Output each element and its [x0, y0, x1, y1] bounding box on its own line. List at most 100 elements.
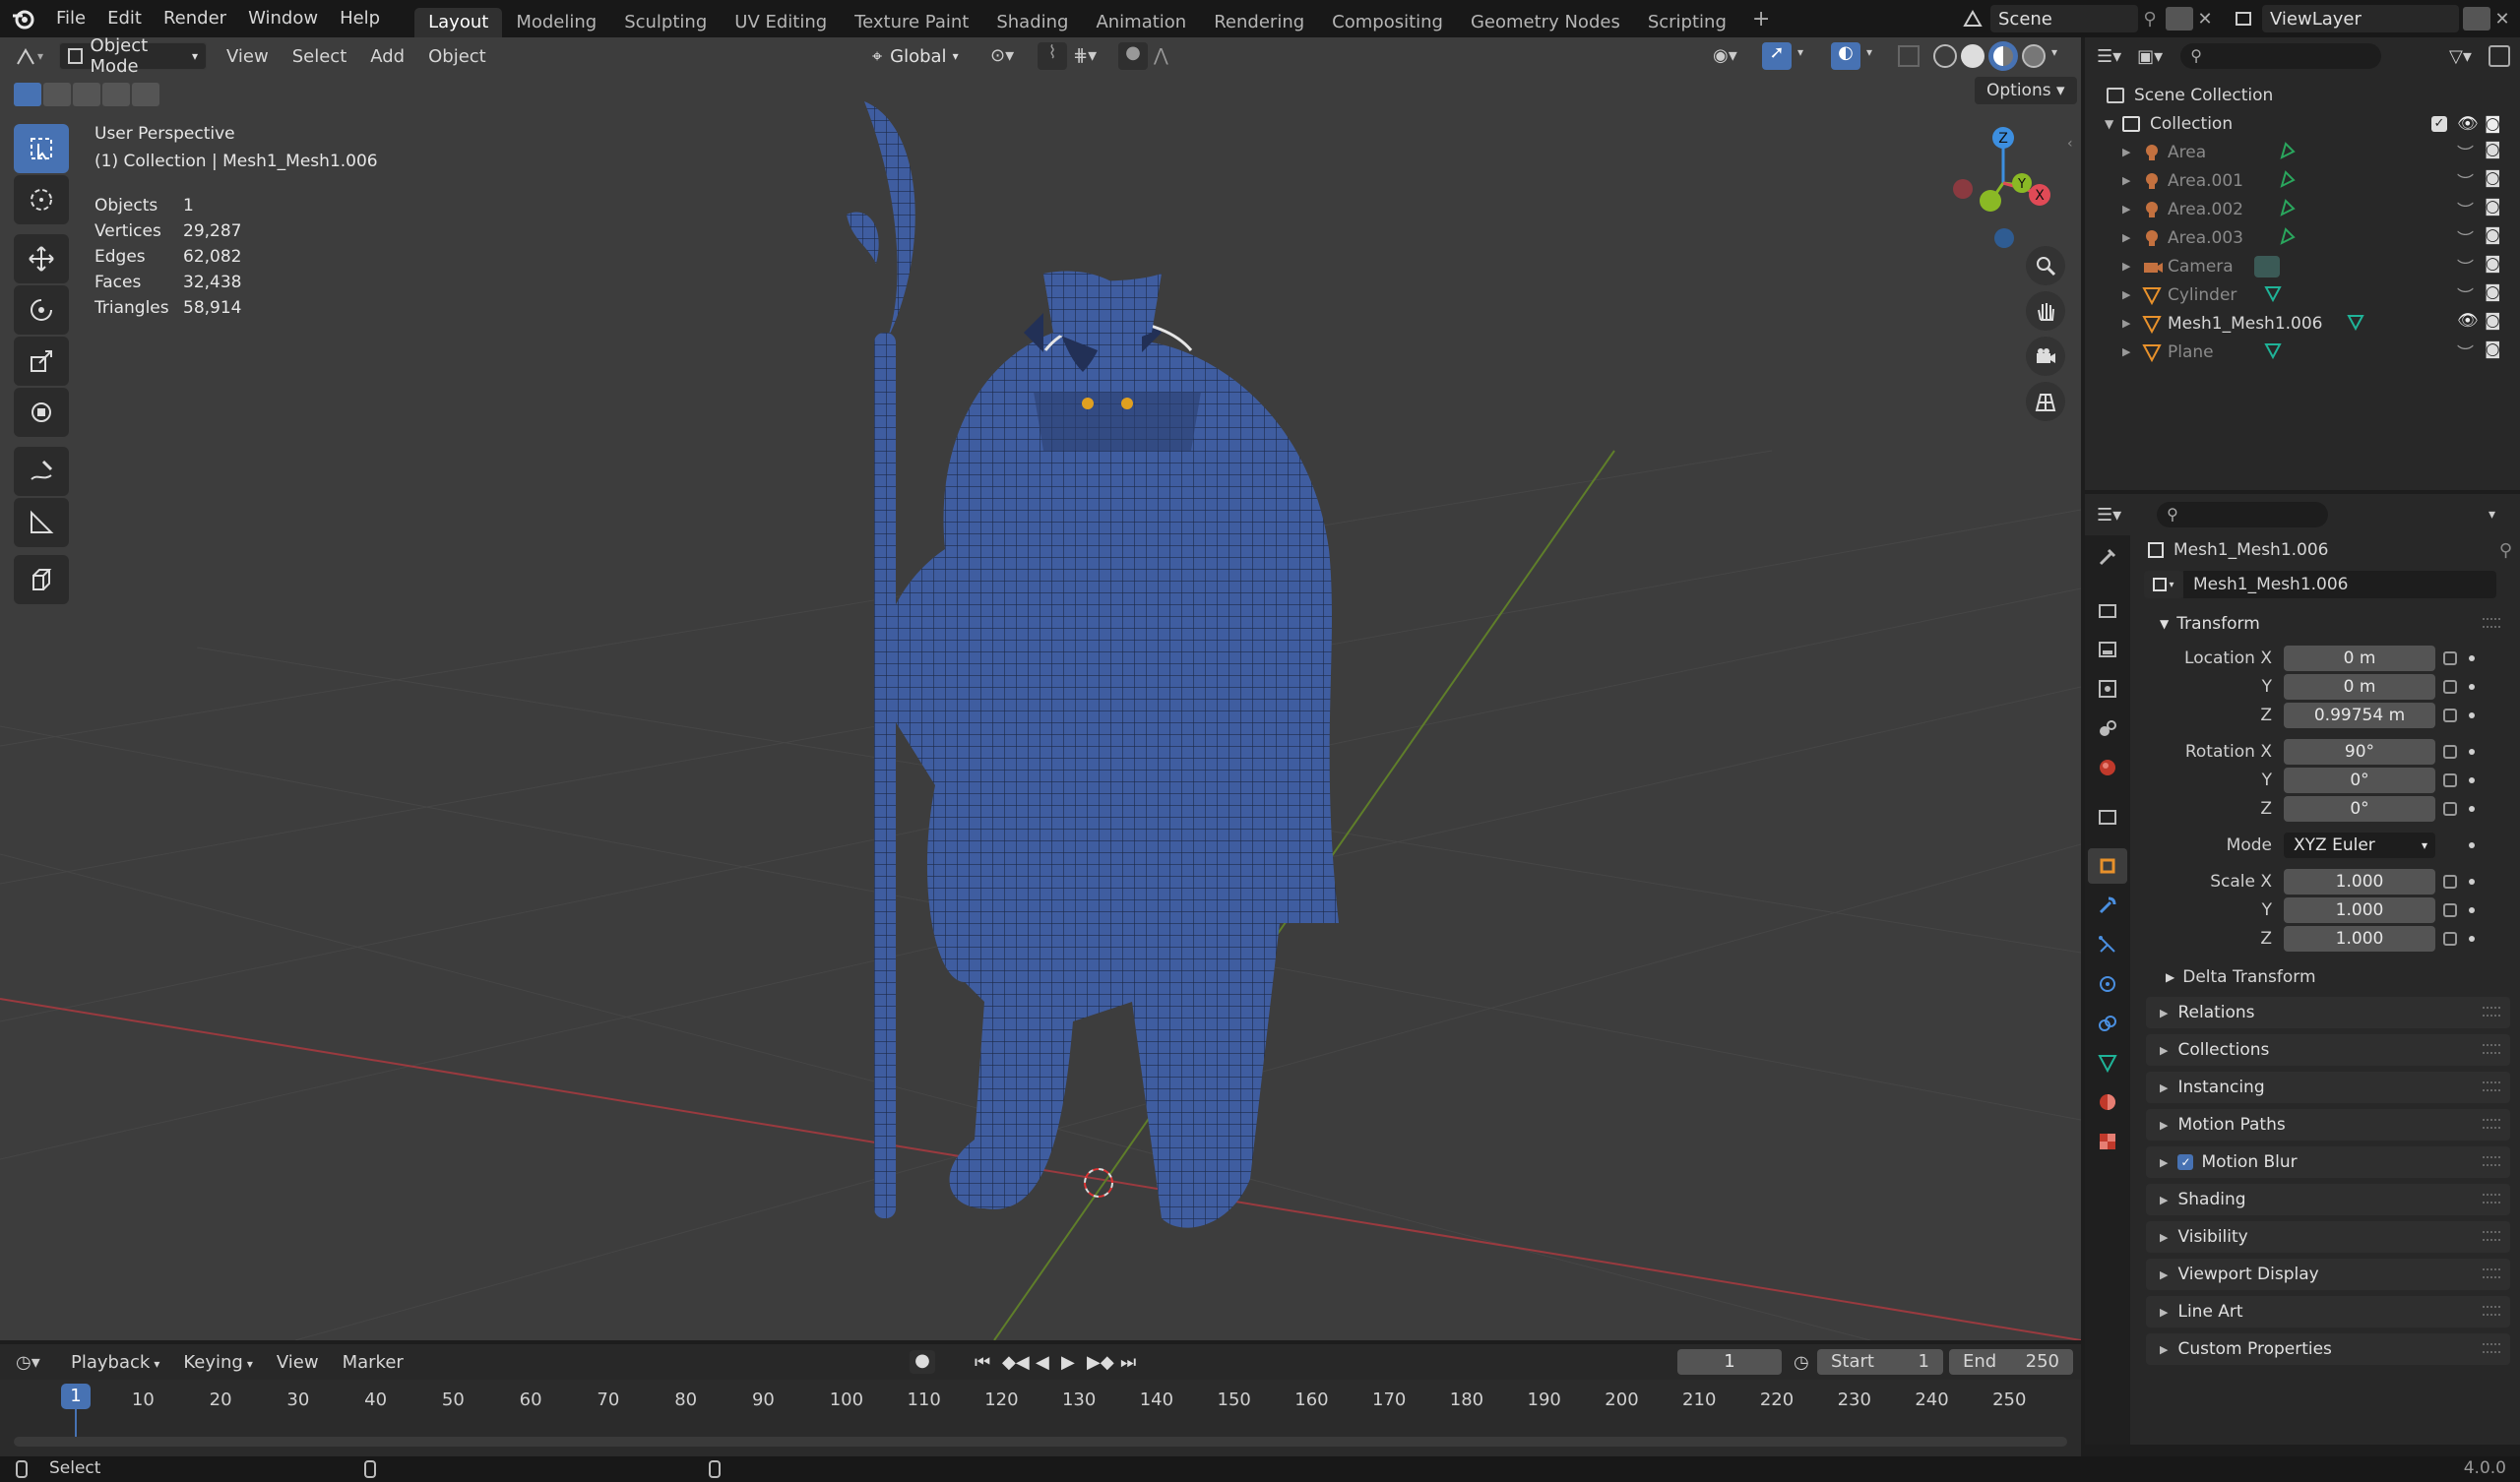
- outliner-search-field[interactable]: ⚲: [2180, 43, 2382, 69]
- panel-shading[interactable]: ▶ Shading: [2146, 1184, 2510, 1215]
- camera-view-icon[interactable]: [2026, 337, 2065, 376]
- expand-arrow-icon[interactable]: ▶: [2122, 231, 2142, 244]
- keyframe-rotation-z-icon[interactable]: [2469, 806, 2475, 812]
- expand-arrow-icon[interactable]: ▶: [2122, 317, 2142, 330]
- play-icon[interactable]: ▶: [1061, 1352, 1075, 1373]
- falloff-icon[interactable]: ⋀: [1154, 45, 1168, 66]
- expand-arrow-icon[interactable]: ▶: [2122, 260, 2142, 273]
- jump-end-icon[interactable]: ⏭: [1120, 1352, 1136, 1373]
- xray-toggle-icon[interactable]: [1898, 45, 1920, 67]
- outliner-item-camera[interactable]: ▶ Camera ︶ ◙: [2085, 252, 2520, 280]
- keyframe-location-y-icon[interactable]: [2469, 684, 2475, 690]
- keyframe-mode-icon[interactable]: [2469, 842, 2475, 848]
- timeline-menu-view[interactable]: View: [265, 1352, 331, 1373]
- expand-arrow-icon[interactable]: ▶: [2122, 288, 2142, 301]
- hidden-eye-icon[interactable]: ︶: [2457, 168, 2474, 193]
- menu-render[interactable]: Render: [153, 0, 237, 37]
- lock-rotation-z-icon[interactable]: [2443, 802, 2457, 816]
- playhead[interactable]: 1: [61, 1384, 91, 1409]
- overlays-toggle-icon[interactable]: ◐: [1831, 42, 1860, 70]
- jump-keyframe-back-icon[interactable]: ◆◀: [1002, 1352, 1030, 1373]
- panel-relations[interactable]: ▶ Relations: [2146, 997, 2510, 1028]
- hidden-eye-icon[interactable]: ︶: [2457, 140, 2474, 164]
- menu-edit[interactable]: Edit: [96, 0, 153, 37]
- menu-file[interactable]: File: [45, 0, 96, 37]
- 3d-cursor[interactable]: [1084, 1168, 1113, 1198]
- start-frame-field[interactable]: Start 1: [1817, 1349, 1943, 1375]
- mesh-data-icon[interactable]: [2347, 313, 2364, 336]
- navigation-gizmo[interactable]: Z Y X: [1937, 122, 2065, 250]
- panel-custom-properties[interactable]: ▶ Custom Properties: [2146, 1333, 2510, 1365]
- panel-drag-handle-icon[interactable]: [2483, 1081, 2500, 1091]
- render-camera-icon[interactable]: ◙: [2485, 311, 2501, 331]
- object-tab-icon[interactable]: [2088, 848, 2127, 884]
- lock-scale-z-icon[interactable]: [2443, 932, 2457, 946]
- options-dropdown[interactable]: Options ▾: [1975, 77, 2077, 104]
- datablock-browse-icon[interactable]: ▾: [2144, 571, 2183, 598]
- panel-drag-handle-icon[interactable]: [2483, 1044, 2500, 1054]
- properties-options-icon[interactable]: ▾: [2488, 507, 2495, 523]
- outliner-item-area-003[interactable]: ▶ Area.003 ︶ ◙: [2085, 223, 2520, 252]
- blender-logo-icon[interactable]: [0, 0, 45, 37]
- new-scene-icon[interactable]: [2166, 7, 2193, 31]
- light-data-icon[interactable]: [2278, 170, 2296, 193]
- viewport-menu-view[interactable]: View: [215, 46, 281, 67]
- material-shading-icon[interactable]: [1988, 41, 2018, 71]
- new-collection-icon[interactable]: [2488, 45, 2510, 67]
- camera-data-icon[interactable]: [2254, 256, 2280, 282]
- properties-search-field[interactable]: ⚲: [2157, 502, 2329, 527]
- preview-range-icon[interactable]: ◷: [1794, 1352, 1809, 1373]
- scale-z-field[interactable]: 1.000: [2284, 925, 2435, 952]
- gizmo-toggle-icon[interactable]: ➚: [1762, 42, 1792, 70]
- tab-texture-paint[interactable]: Texture Paint: [841, 8, 982, 37]
- viewport-menu-add[interactable]: Add: [358, 46, 416, 67]
- render-camera-icon[interactable]: ◙: [2485, 282, 2501, 302]
- hide-in-viewport-icon[interactable]: 👁: [2457, 114, 2479, 134]
- end-frame-field[interactable]: End 250: [1949, 1349, 2073, 1375]
- render-camera-icon[interactable]: ◙: [2485, 197, 2501, 216]
- panel-drag-handle-icon[interactable]: [2483, 1268, 2500, 1278]
- select-extend-icon[interactable]: [43, 83, 71, 106]
- keyframe-scale-y-icon[interactable]: [2469, 907, 2475, 913]
- tool-tab-icon[interactable]: [2088, 539, 2127, 575]
- transform-panel-header[interactable]: ▼ Transform: [2146, 608, 2510, 640]
- rotation-mode-dropdown[interactable]: XYZ Euler ▾: [2284, 832, 2435, 858]
- shading-menu-icon[interactable]: ▾: [2051, 45, 2057, 59]
- rotation-z-field[interactable]: 0°: [2284, 795, 2435, 822]
- scene-collection-row[interactable]: Scene Collection: [2085, 81, 2520, 109]
- rotate-tool-icon[interactable]: [14, 285, 69, 335]
- select-new-icon[interactable]: [14, 83, 41, 106]
- panel-drag-handle-icon[interactable]: [2483, 1194, 2500, 1204]
- pivot-icon[interactable]: ⊙▾: [990, 45, 1014, 66]
- auto-keying-icon[interactable]: ●: [910, 1350, 935, 1374]
- lock-rotation-x-icon[interactable]: [2443, 745, 2457, 759]
- zoom-icon[interactable]: [2026, 246, 2065, 285]
- hidden-eye-icon[interactable]: ︶: [2457, 282, 2474, 307]
- keyframe-rotation-y-icon[interactable]: [2469, 777, 2475, 783]
- lock-scale-x-icon[interactable]: [2443, 875, 2457, 889]
- light-data-icon[interactable]: [2278, 142, 2296, 164]
- scale-tool-icon[interactable]: [14, 337, 69, 386]
- play-reverse-icon[interactable]: ◀: [1036, 1352, 1049, 1373]
- tab-geometry-nodes[interactable]: Geometry Nodes: [1457, 8, 1634, 37]
- render-camera-icon[interactable]: ◙: [2485, 225, 2501, 245]
- mesh-data-icon[interactable]: [2264, 284, 2282, 307]
- keyframe-scale-x-icon[interactable]: [2469, 879, 2475, 885]
- hidden-eye-icon[interactable]: ︶: [2457, 197, 2474, 221]
- measure-tool-icon[interactable]: [14, 498, 69, 547]
- display-mode-icon[interactable]: ▣▾: [2137, 46, 2163, 67]
- output-tab-icon[interactable]: [2088, 632, 2127, 667]
- eye-icon[interactable]: 👁: [2457, 311, 2479, 331]
- location-y-field[interactable]: 0 m: [2284, 673, 2435, 700]
- scale-x-field[interactable]: 1.000: [2284, 868, 2435, 895]
- add-workspace-button[interactable]: +: [1740, 7, 1782, 31]
- rotation-y-field[interactable]: 0°: [2284, 767, 2435, 793]
- visibility-selector-icon[interactable]: ◉▾: [1713, 45, 1737, 66]
- render-tab-icon[interactable]: [2088, 592, 2127, 628]
- rotation-x-field[interactable]: 90°: [2284, 738, 2435, 765]
- scale-y-field[interactable]: 1.000: [2284, 896, 2435, 923]
- viewport-menu-object[interactable]: Object: [416, 46, 498, 67]
- overlays-menu-icon[interactable]: ▾: [1866, 45, 1872, 59]
- outliner-item-area-001[interactable]: ▶ Area.001 ︶ ◙: [2085, 166, 2520, 195]
- properties-editor-type-icon[interactable]: ☰▾: [2097, 505, 2121, 525]
